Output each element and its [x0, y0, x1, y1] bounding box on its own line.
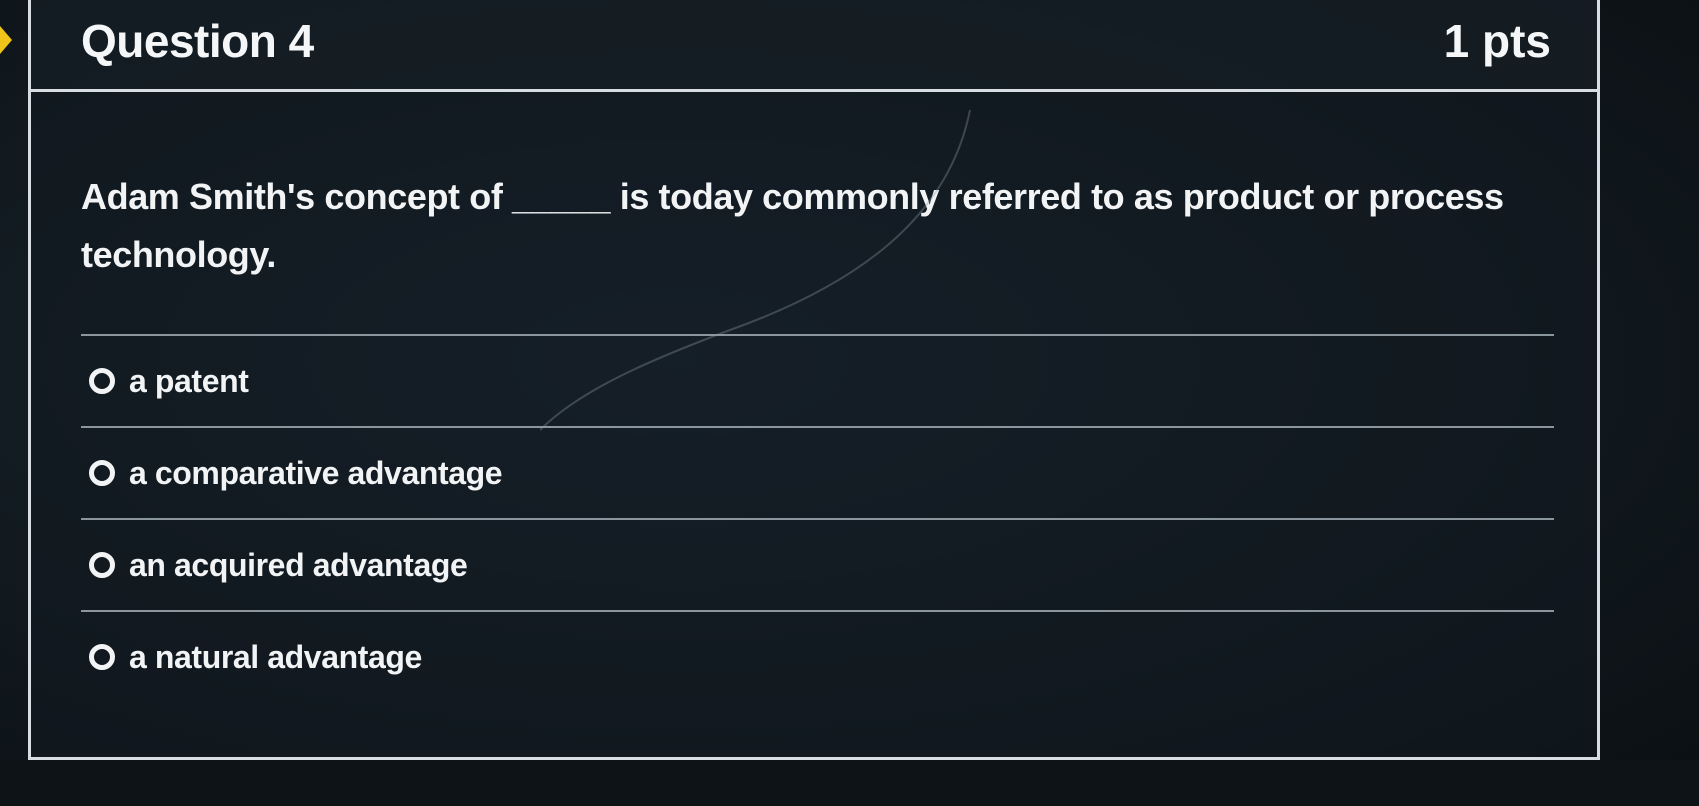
question-points: 1 pts: [1443, 15, 1551, 67]
question-marker-icon: [0, 26, 12, 54]
question-title: Question 4: [81, 15, 314, 67]
answer-option-4[interactable]: a natural advantage: [81, 610, 1554, 702]
radio-button-icon[interactable]: [89, 552, 115, 578]
answer-label: a natural advantage: [129, 638, 422, 675]
answer-label: an acquired advantage: [129, 546, 468, 583]
answer-option-2[interactable]: a comparative advantage: [81, 426, 1554, 518]
radio-button-icon[interactable]: [89, 368, 115, 394]
answer-label: a patent: [129, 362, 249, 399]
question-card: Question 4 1 pts Adam Smith's concept of…: [28, 0, 1600, 760]
radio-button-icon[interactable]: [89, 644, 115, 670]
question-text: Adam Smith's concept of _____ is today c…: [81, 176, 1504, 275]
answer-list: a patent a comparative advantage an acqu…: [81, 334, 1554, 702]
answer-option-1[interactable]: a patent: [81, 334, 1554, 426]
page-bottom-area: [0, 760, 1699, 806]
quiz-screen: Question 4 1 pts Adam Smith's concept of…: [0, 0, 1699, 806]
answer-option-3[interactable]: an acquired advantage: [81, 518, 1554, 610]
radio-button-icon[interactable]: [89, 460, 115, 486]
question-header: Question 4 1 pts: [31, 0, 1597, 92]
answer-label: a comparative advantage: [129, 454, 503, 491]
